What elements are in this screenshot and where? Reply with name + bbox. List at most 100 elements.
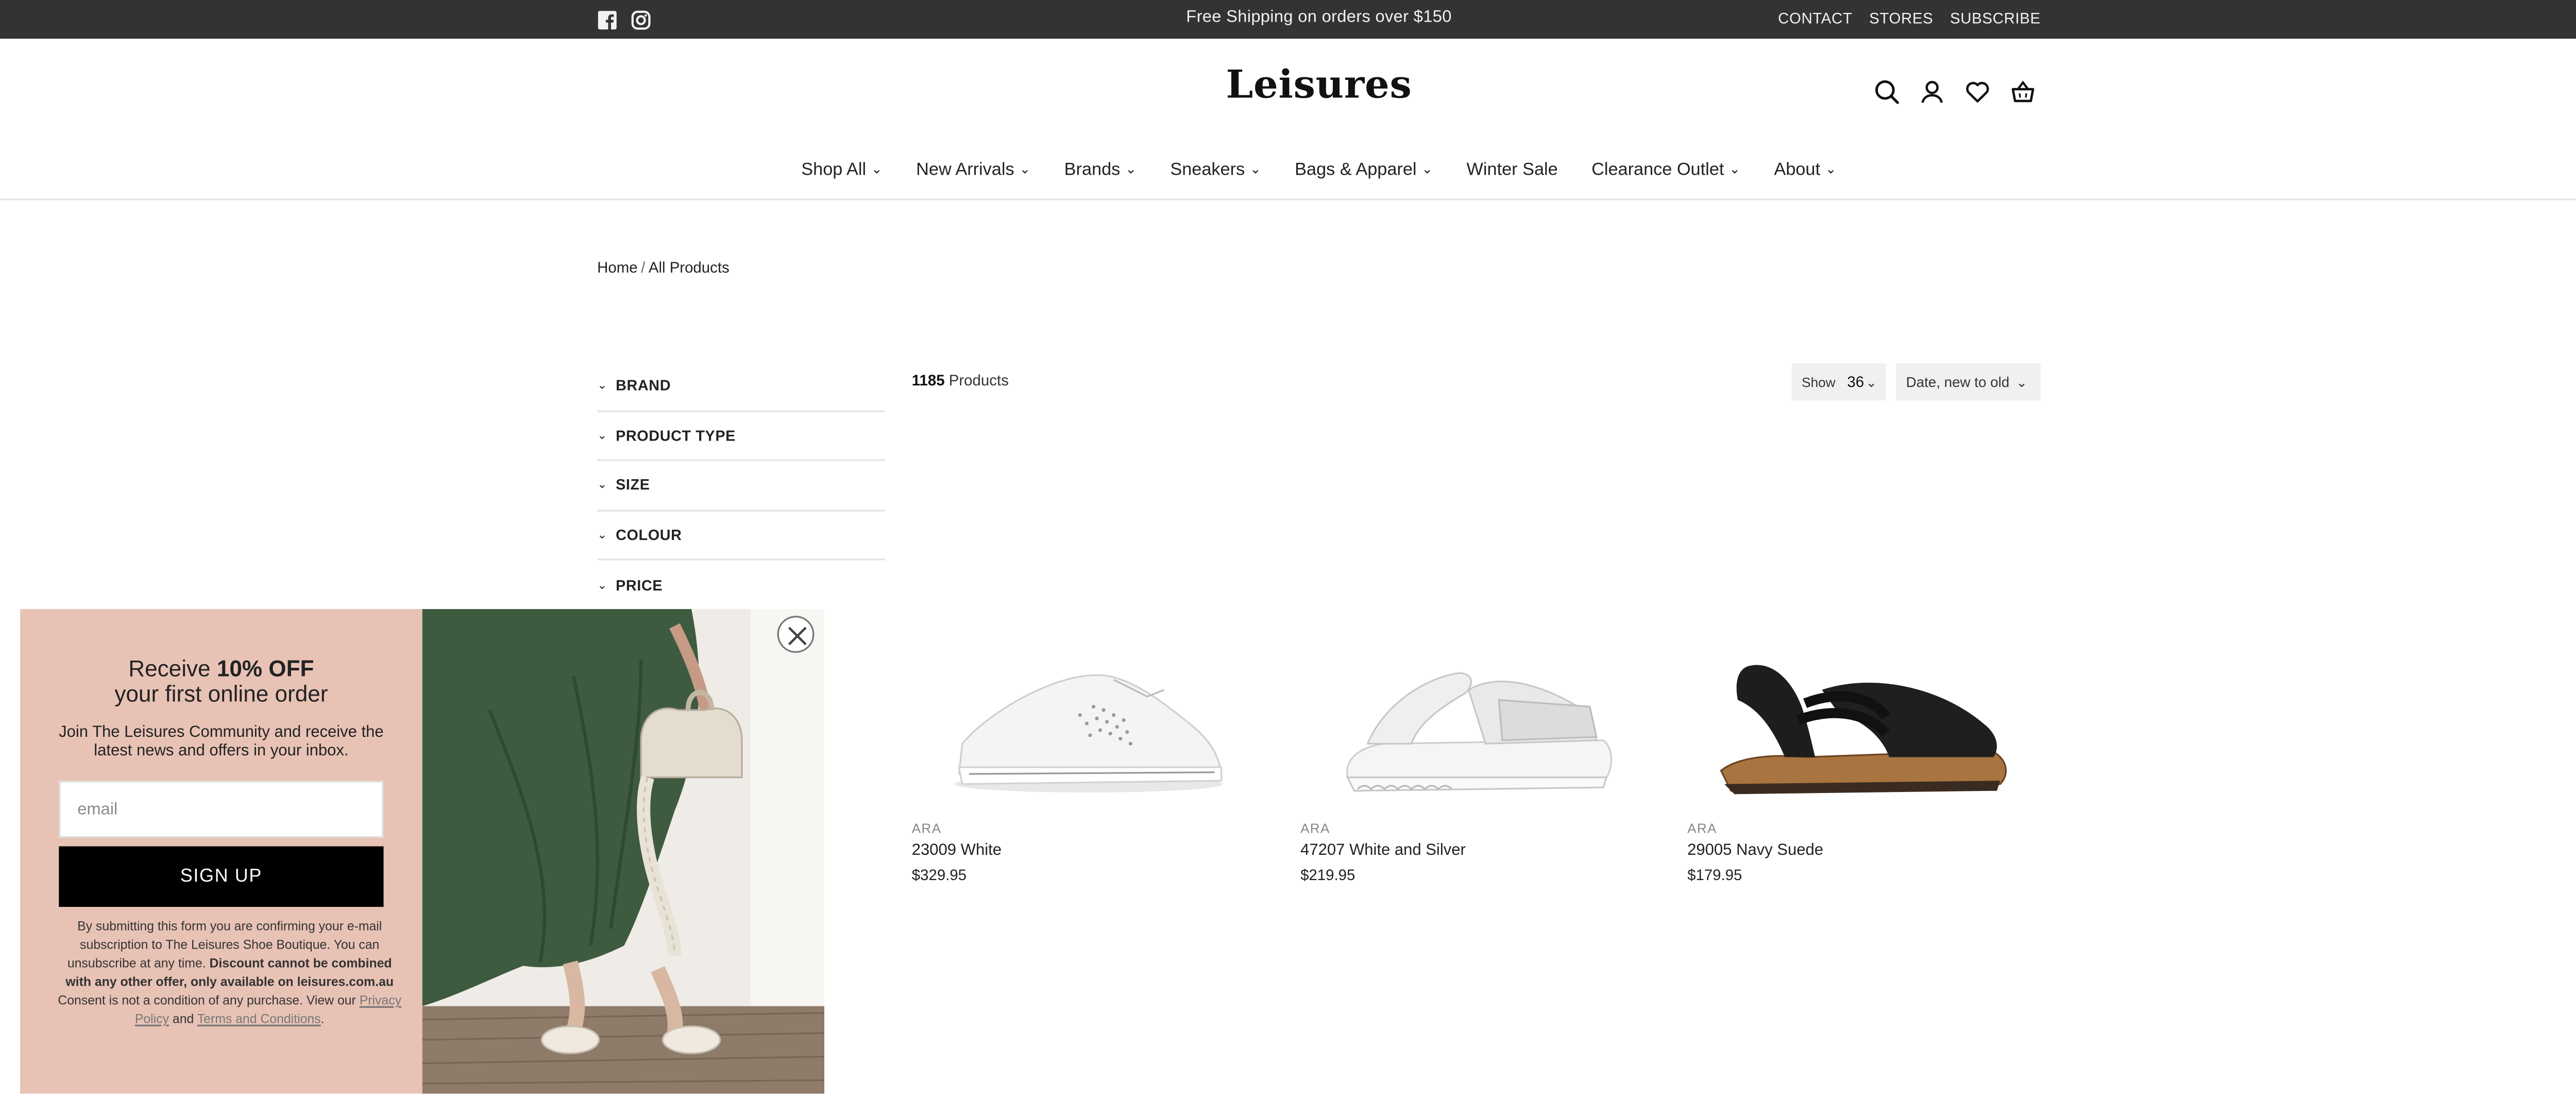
filter-label: PRODUCT TYPE	[616, 427, 736, 444]
terms-link[interactable]: Terms and Conditions	[197, 1011, 321, 1026]
show-label: Show	[1802, 374, 1836, 390]
chevron-down-icon: ⌄	[1866, 374, 1877, 390]
nav-label: Clearance Outlet	[1591, 160, 1724, 180]
product-name[interactable]: 23009 White	[912, 841, 1248, 860]
chevron-down-icon: ⌄	[2016, 374, 2028, 390]
newsletter-popup: Receive 10% OFF your first online order …	[20, 609, 824, 1094]
search-icon[interactable]	[1874, 79, 1900, 104]
nav-shop-all[interactable]: Shop All ⌄	[801, 160, 883, 180]
contact-link[interactable]: CONTACT	[1778, 10, 1852, 27]
product-count-number: 1185	[911, 372, 945, 389]
popup-headline: Receive 10% OFF your first online order	[20, 656, 422, 706]
product-name[interactable]: 29005 Navy Suede	[1687, 841, 2024, 860]
sort-value: Date, new to old	[1906, 373, 2010, 391]
nav-bags-apparel[interactable]: Bags & Apparel ⌄	[1295, 160, 1433, 180]
headline-line2: your first online order	[114, 681, 328, 707]
product-count-label: Products	[948, 372, 1009, 389]
chevron-down-icon: ⌄	[597, 430, 608, 442]
utility-links: CONTACT STORES SUBSCRIBE	[1778, 10, 2041, 27]
chevron-down-icon: ⌄	[871, 160, 883, 176]
headline-pre: Receive	[128, 656, 217, 682]
breadcrumb-current: All Products	[648, 259, 730, 276]
stores-link[interactable]: STORES	[1869, 10, 1933, 27]
wishlist-icon[interactable]	[1965, 79, 1990, 104]
nav-label: New Arrivals	[916, 160, 1014, 180]
nav-new-arrivals[interactable]: New Arrivals ⌄	[916, 160, 1030, 180]
popup-legal-text: By submitting this form you are confirmi…	[54, 917, 405, 1028]
email-field[interactable]	[59, 781, 384, 838]
filter-label: COLOUR	[616, 526, 682, 543]
nav-sneakers[interactable]: Sneakers ⌄	[1170, 160, 1261, 180]
legal-and: and	[169, 1011, 197, 1026]
legal-end: .	[320, 1011, 325, 1026]
account-icon[interactable]	[1920, 79, 1945, 104]
filter-label: SIZE	[616, 476, 650, 494]
shipping-promo: Free Shipping on orders over $150	[1186, 8, 1452, 27]
site-logo[interactable]: Leisures	[0, 62, 2576, 108]
breadcrumb: Home / All Products	[597, 259, 730, 276]
nav-label: About	[1774, 160, 1821, 180]
chevron-down-icon: ⌄	[1125, 160, 1137, 176]
sign-up-button[interactable]: SIGN UP	[59, 846, 384, 907]
product-brand: ARA	[1300, 821, 1330, 836]
product-brand: ARA	[1687, 821, 1717, 836]
filter-product-type[interactable]: ⌄ PRODUCT TYPE	[597, 411, 885, 461]
show-value: 36	[1847, 373, 1865, 391]
product-card[interactable]: ARA 47207 White and Silver $219.95	[1300, 622, 1637, 883]
header-divider	[0, 198, 2576, 200]
chevron-down-icon: ⌄	[1729, 160, 1741, 176]
chevron-down-icon: ⌄	[1249, 160, 1261, 176]
announcement-bar: Free Shipping on orders over $150 CONTAC…	[0, 0, 2576, 39]
popup-image	[422, 609, 824, 1094]
nav-label: Winter Sale	[1466, 160, 1558, 180]
chevron-down-icon: ⌄	[597, 380, 608, 393]
filter-brand[interactable]: ⌄ BRAND	[597, 362, 885, 412]
filter-label: PRICE	[616, 577, 663, 594]
main-nav: Shop All ⌄ New Arrivals ⌄ Brands ⌄ Sneakers…	[0, 160, 2576, 180]
page: Free Shipping on orders over $150 CONTAC…	[0, 0, 2576, 1111]
chevron-down-icon: ⌄	[1421, 160, 1433, 176]
product-price: $219.95	[1300, 866, 1355, 884]
per-page-select[interactable]: Show 36 ⌄	[1791, 363, 1886, 401]
product-name[interactable]: 47207 White and Silver	[1300, 841, 1637, 860]
chevron-down-icon: ⌄	[597, 529, 608, 542]
breadcrumb-home[interactable]: Home	[597, 259, 637, 276]
filter-label: BRAND	[616, 377, 671, 394]
subscribe-link[interactable]: SUBSCRIBE	[1950, 10, 2041, 27]
product-image[interactable]	[1687, 622, 2024, 807]
filter-colour[interactable]: ⌄ COLOUR	[597, 511, 885, 561]
cart-icon[interactable]	[2010, 79, 2036, 104]
sort-select[interactable]: Date, new to old ⌄	[1896, 363, 2041, 401]
nav-label: Shop All	[801, 160, 867, 180]
filter-sidebar: ⌄ BRAND ⌄ PRODUCT TYPE ⌄ SIZE ⌄ COLOUR ⌄ PRIC…	[597, 362, 885, 610]
nav-label: Sneakers	[1170, 160, 1245, 180]
legal-text: Consent is not a condition of any purcha…	[58, 992, 360, 1008]
filter-size[interactable]: ⌄ SIZE	[597, 461, 885, 511]
nav-about[interactable]: About ⌄	[1774, 160, 1836, 180]
header-icons	[1874, 79, 2036, 104]
breadcrumb-separator: /	[641, 259, 646, 276]
headline-discount: 10% OFF	[216, 656, 314, 682]
close-icon	[788, 627, 807, 646]
product-image[interactable]	[1300, 622, 1637, 807]
product-card[interactable]: ARA 29005 Navy Suede $179.95	[1687, 622, 2024, 883]
nav-brands[interactable]: Brands ⌄	[1064, 160, 1137, 180]
product-card[interactable]: ARA 23009 White $329.95	[912, 622, 1248, 883]
chevron-down-icon: ⌄	[1019, 160, 1031, 176]
nav-winter-sale[interactable]: Winter Sale	[1467, 160, 1558, 180]
chevron-down-icon: ⌄	[597, 480, 608, 492]
popup-form-panel: Receive 10% OFF your first online order …	[20, 609, 422, 1094]
filter-price[interactable]: ⌄ PRICE	[597, 560, 885, 610]
product-image[interactable]	[912, 622, 1248, 807]
chevron-down-icon: ⌄	[597, 580, 608, 592]
product-price: $329.95	[911, 866, 967, 884]
nav-clearance-outlet[interactable]: Clearance Outlet ⌄	[1591, 160, 1740, 180]
nav-label: Brands	[1064, 160, 1121, 180]
popup-subtext: Join The Leisures Community and receive …	[59, 723, 384, 761]
product-count: 1185 Products	[912, 372, 1009, 389]
close-button[interactable]	[777, 616, 815, 653]
nav-label: Bags & Apparel	[1295, 160, 1417, 180]
chevron-down-icon: ⌄	[1825, 160, 1837, 176]
product-brand: ARA	[911, 821, 942, 836]
product-price: $179.95	[1687, 866, 1742, 884]
